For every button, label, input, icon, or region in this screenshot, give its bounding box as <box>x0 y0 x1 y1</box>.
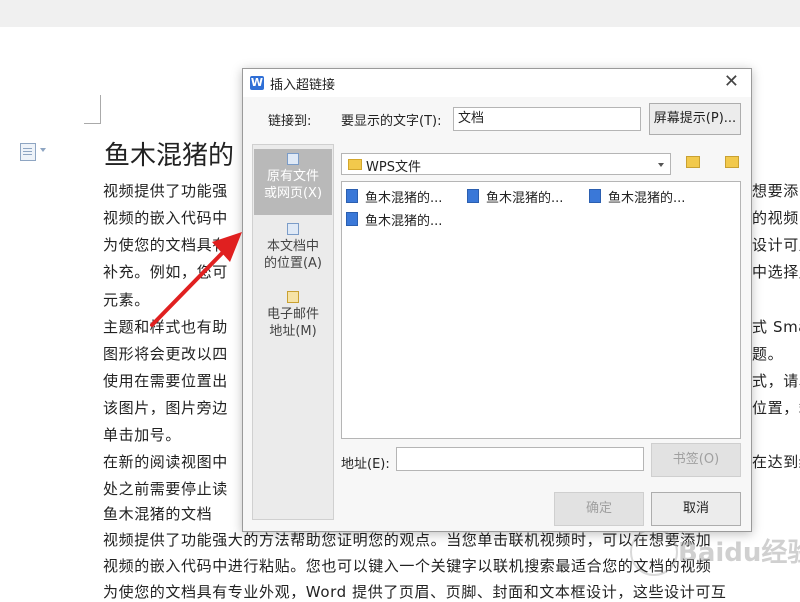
annotation-arrow-icon <box>150 232 242 327</box>
arrow-shaft <box>150 241 234 327</box>
